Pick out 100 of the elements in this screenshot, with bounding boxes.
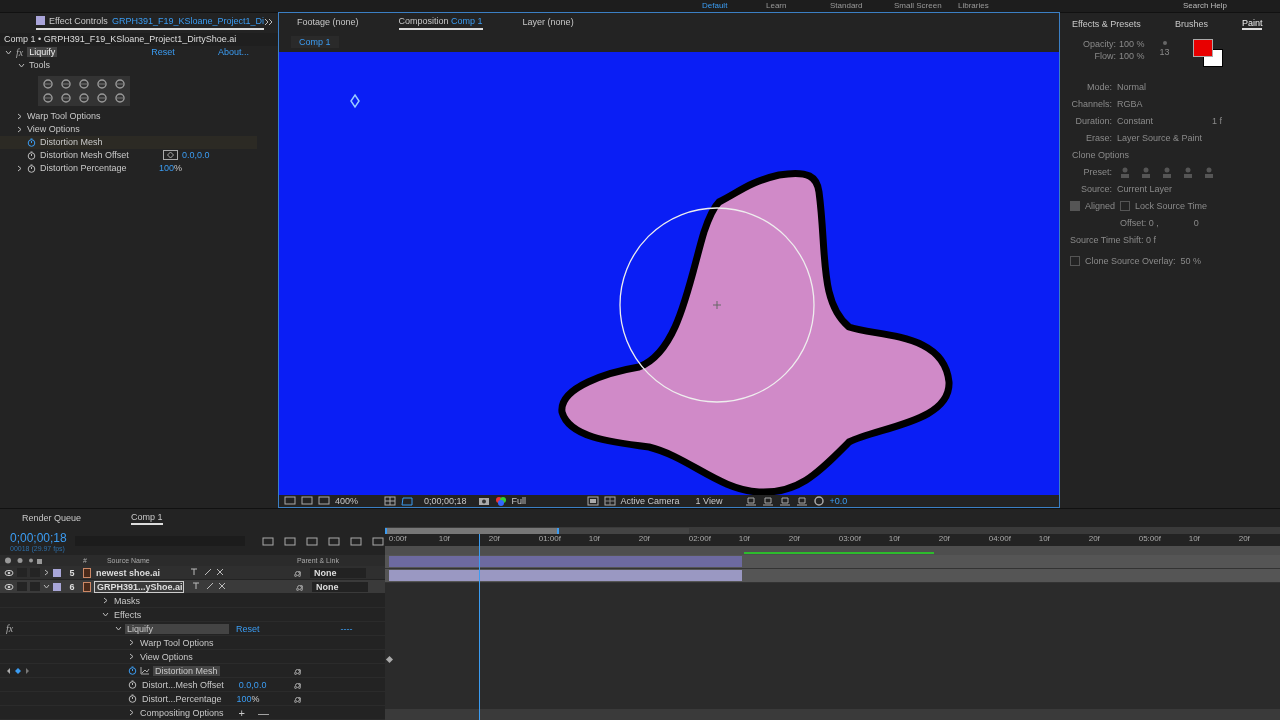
workspace-tab[interactable]: Default [698,1,762,10]
mask-icon[interactable] [401,495,413,506]
caret-icon[interactable] [102,611,109,618]
caret-icon[interactable] [115,625,122,632]
crosshair-icon[interactable] [163,150,178,161]
timeline-tool-icon[interactable] [282,535,297,547]
time-ruler[interactable]: 0:00f 10f 20f 01:00f 10f 20f 02:00f 10f 20f 03:00f 10f 20f 04:00f 10f 20f 05:00f 10f 20f [384,534,1280,546]
property-row[interactable]: View Options [0,122,257,136]
panel-tab[interactable]: Render Queue [22,513,82,523]
eye-icon[interactable] [4,568,14,577]
property-row[interactable]: Distortion Mesh Offset 0.0,0.0 [0,148,257,162]
view-option-icon[interactable] [284,495,296,506]
workspace-tab[interactable]: Standard [826,1,890,10]
tool-icon[interactable] [112,77,128,90]
layer-name[interactable]: newest shoe.ai [94,567,182,578]
resolution-dropdown[interactable]: Full [511,495,582,506]
timeline-tool-icon[interactable] [260,535,275,547]
property-value[interactable]: 100% [159,163,183,174]
exposure-icon[interactable] [812,495,825,506]
remove-button[interactable]: — [258,706,269,719]
property-label[interactable]: Effects [112,609,144,620]
caret-icon[interactable] [128,709,135,716]
panel-tab[interactable]: Footage (none) [297,16,359,29]
label-color[interactable] [53,582,61,591]
region-icon[interactable] [586,495,599,506]
caret-icon[interactable] [5,48,12,56]
parent-dropdown[interactable]: None [310,567,366,578]
camera-dropdown[interactable]: Active Camera [620,495,691,506]
tool-icon[interactable] [58,91,74,104]
fx-badge[interactable]: fx [6,623,14,634]
workspace-tab[interactable]: Learn [762,1,826,10]
tool-icon[interactable] [76,77,92,90]
caret-icon[interactable] [43,583,50,590]
stopwatch-icon[interactable] [27,150,36,160]
property-row[interactable]: Distortion Percentage 100% [0,161,257,175]
overflow-icon[interactable] [263,17,273,28]
property-value[interactable]: 0.0,0.0 [238,679,267,690]
search-field[interactable]: Search Help [1183,1,1228,10]
about-link[interactable]: About... [217,47,249,58]
property-value[interactable]: 100% [236,693,260,704]
reset-link[interactable]: Reset [151,47,175,58]
timeline-tool-icon[interactable] [326,535,341,547]
caret-icon[interactable] [43,569,50,576]
transparency-grid-icon[interactable] [603,495,616,506]
tool-icon[interactable] [94,77,110,90]
tool-icon[interactable] [58,77,74,90]
graph-icon[interactable] [140,666,150,675]
exposure-value[interactable]: +0.0 [829,495,848,506]
property-label[interactable]: Liquify [125,623,229,634]
stopwatch-icon[interactable] [27,163,36,173]
caret-icon[interactable] [128,639,135,646]
caret-icon[interactable] [102,597,109,604]
stopwatch-icon[interactable] [128,666,137,675]
stopwatch-icon[interactable] [27,137,36,147]
workspace-tab[interactable]: Small Screen [890,1,954,10]
keyframe-icon[interactable] [385,655,393,664]
view-option-icon[interactable] [744,495,757,506]
view-option-icon[interactable] [795,495,808,506]
layer-row[interactable]: 5 newest shoe.ai None [0,566,385,580]
eye-icon[interactable] [4,582,14,591]
tool-icon[interactable] [40,77,56,90]
effect-name[interactable]: Liquify [27,47,58,58]
label-color[interactable] [53,568,61,577]
property-value[interactable]: 0.0,0.0 [182,150,210,161]
stopwatch-icon[interactable] [128,694,137,703]
panel-tab[interactable]: Layer (none) [522,16,574,29]
layer-name[interactable]: GRPH391...yShoe.ai [94,580,184,593]
panel-tab[interactable]: Effect Controls GRPH391_F19_KSloane_Project1_Di [36,15,264,30]
parent-dropdown[interactable]: None [312,581,368,592]
zoom-dropdown[interactable]: 400% [335,495,379,506]
caret-icon[interactable] [16,125,23,133]
property-label[interactable]: Masks [112,595,142,606]
layer-row[interactable]: 6 GRPH391...yShoe.ai None [0,580,385,594]
property-row[interactable]: Distortion Mesh [0,135,257,149]
property-row[interactable]: Warp Tool Options [0,109,257,123]
panel-tab[interactable]: Composition Comp 1 [398,15,483,30]
property-label[interactable]: Compositing Options [138,707,226,718]
reset-link[interactable]: Reset [236,623,260,634]
property-label[interactable]: Distort...Percentage [140,693,224,704]
current-time[interactable]: 0;00;00;18 [418,495,473,506]
view-option-icon[interactable] [301,495,313,506]
keyframe-navigator-icon[interactable] [6,666,30,675]
work-area-bar[interactable] [384,546,1280,555]
tool-icon[interactable] [112,91,128,104]
camera-icon[interactable] [477,495,490,506]
time-indicator[interactable] [478,534,480,720]
view-layout-dropdown[interactable]: 1 View [695,495,740,506]
comp-breadcrumb[interactable]: Comp 1 [291,36,339,49]
link-placeholder[interactable]: ---- [340,623,353,634]
tool-icon[interactable] [94,91,110,104]
property-label[interactable]: Distortion Mesh [153,665,220,676]
timeline-tool-icon[interactable] [304,535,319,547]
view-option-icon[interactable] [778,495,791,506]
view-option-icon[interactable] [318,495,330,506]
panel-tab[interactable]: Comp 1 [131,511,163,525]
property-label[interactable]: Distort...Mesh Offset [140,679,226,690]
workspace-tab[interactable]: Libraries [954,1,1018,10]
add-button[interactable]: + [238,706,245,719]
stopwatch-icon[interactable] [128,680,137,689]
timeline-tool-icon[interactable] [348,535,363,547]
